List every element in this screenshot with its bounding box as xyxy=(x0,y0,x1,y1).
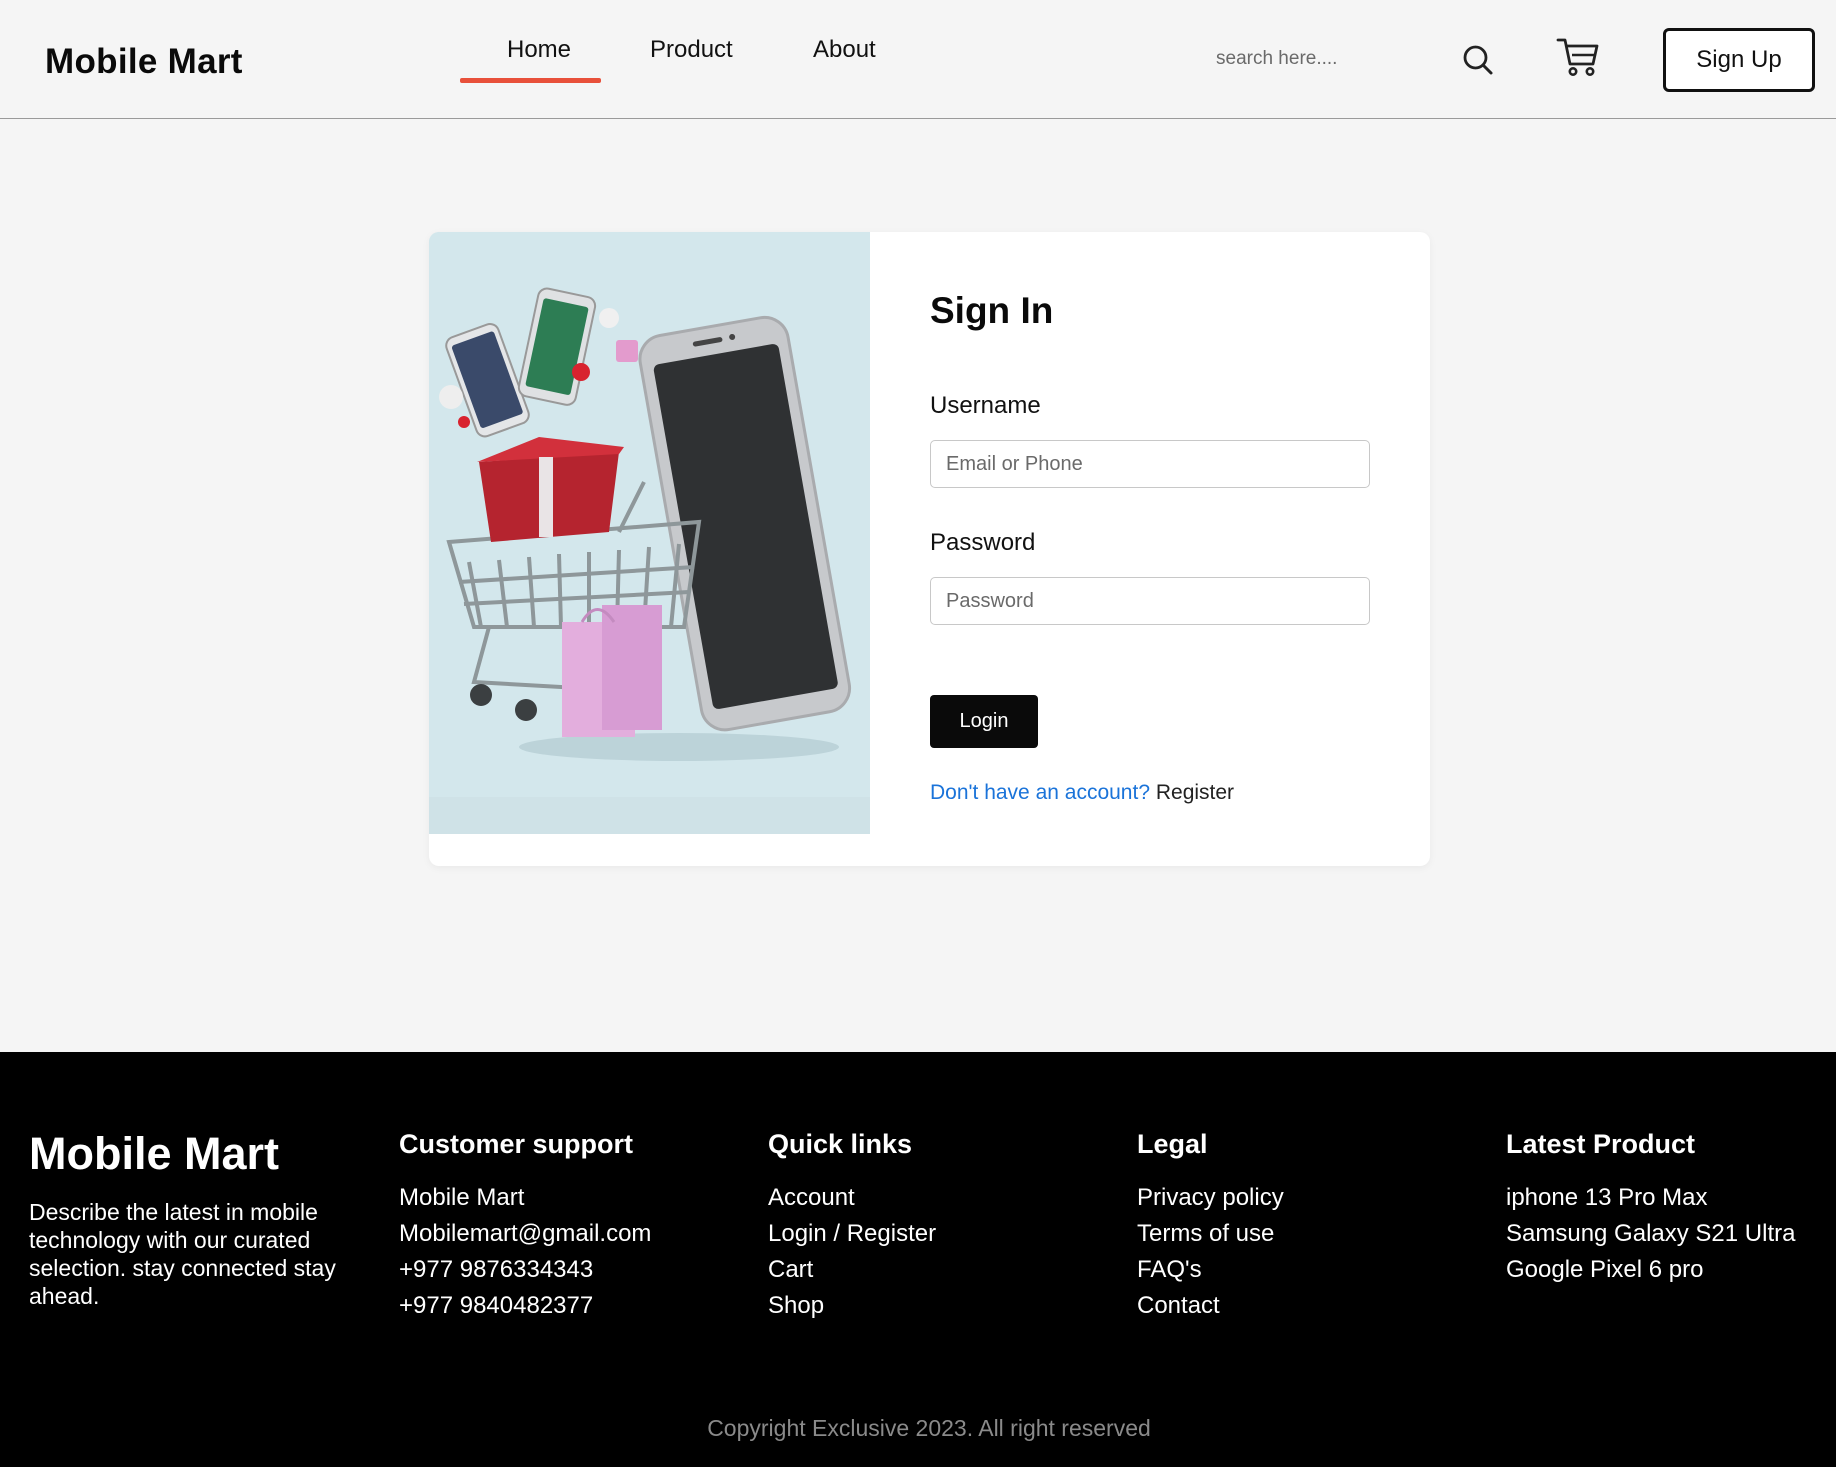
signin-title: Sign In xyxy=(930,290,1054,331)
footer-column-quick-links: Quick links Account Login / Register Car… xyxy=(768,1128,936,1324)
footer-column-customer-support: Customer support Mobile Mart Mobilemart@… xyxy=(399,1128,651,1324)
footer-link-privacy[interactable]: Privacy policy xyxy=(1137,1180,1284,1216)
footer-link-account[interactable]: Account xyxy=(768,1180,936,1216)
footer-link-cart[interactable]: Cart xyxy=(768,1252,936,1288)
footer-link-contact[interactable]: Contact xyxy=(1137,1288,1284,1324)
footer-column-title: Legal xyxy=(1137,1129,1208,1159)
username-label: Username xyxy=(930,392,1041,419)
search-input[interactable] xyxy=(1216,44,1416,74)
register-question-link[interactable]: Don't have an account? xyxy=(930,781,1150,804)
footer-link-faq[interactable]: FAQ's xyxy=(1137,1252,1284,1288)
login-button[interactable]: Login xyxy=(930,695,1038,748)
footer-column-latest-product: Latest Product iphone 13 Pro Max Samsung… xyxy=(1506,1128,1795,1288)
footer-column-legal: Legal Privacy policy Terms of use FAQ's … xyxy=(1137,1128,1284,1324)
register-prompt: Don't have an account? Register xyxy=(930,781,1234,805)
footer-column-title: Quick links xyxy=(768,1129,913,1159)
footer-support-phone[interactable]: +977 9876334343 xyxy=(399,1252,651,1288)
nav-product[interactable]: Product xyxy=(650,36,733,64)
footer-product-link[interactable]: Google Pixel 6 pro xyxy=(1506,1252,1795,1288)
nav-active-indicator xyxy=(460,78,601,83)
signin-card: Sign In Username Password Login Don't ha… xyxy=(429,232,1430,866)
username-field[interactable] xyxy=(930,440,1370,488)
copyright-text: Copyright Exclusive 2023. All right rese… xyxy=(707,1415,1151,1441)
footer-support-item: Mobile Mart xyxy=(399,1184,525,1211)
footer-support-phone[interactable]: +977 9840482377 xyxy=(399,1288,651,1324)
site-header: Mobile Mart Home Product About Sign Up xyxy=(0,0,1836,119)
signup-button[interactable]: Sign Up xyxy=(1663,28,1815,92)
site-footer: Mobile Mart Describe the latest in mobil… xyxy=(0,1052,1836,1467)
footer-support-email[interactable]: Mobilemart@gmail.com xyxy=(399,1216,651,1252)
cart-icon[interactable] xyxy=(1556,36,1600,78)
brand-logo[interactable]: Mobile Mart xyxy=(45,42,243,82)
footer-column-title: Latest Product xyxy=(1506,1129,1696,1159)
nav-home[interactable]: Home xyxy=(507,36,571,64)
footer-product-link[interactable]: iphone 13 Pro Max xyxy=(1506,1180,1795,1216)
footer-column-title: Customer support xyxy=(399,1129,634,1159)
register-link[interactable]: Register xyxy=(1156,781,1234,804)
footer-description: Describe the latest in mobile technology… xyxy=(29,1199,336,1309)
password-label: Password xyxy=(930,529,1036,556)
footer-brand: Mobile Mart xyxy=(29,1128,280,1179)
search-icon[interactable] xyxy=(1460,42,1496,78)
signin-form: Sign In Username Password Login Don't ha… xyxy=(930,232,1370,866)
footer-product-link[interactable]: Samsung Galaxy S21 Ultra xyxy=(1506,1216,1795,1252)
footer-link-shop[interactable]: Shop xyxy=(768,1288,936,1324)
footer-link-terms[interactable]: Terms of use xyxy=(1137,1216,1284,1252)
footer-link-login-register[interactable]: Login / Register xyxy=(768,1216,936,1252)
nav-about[interactable]: About xyxy=(813,36,876,64)
shopping-illustration xyxy=(429,232,870,834)
password-field[interactable] xyxy=(930,577,1370,625)
